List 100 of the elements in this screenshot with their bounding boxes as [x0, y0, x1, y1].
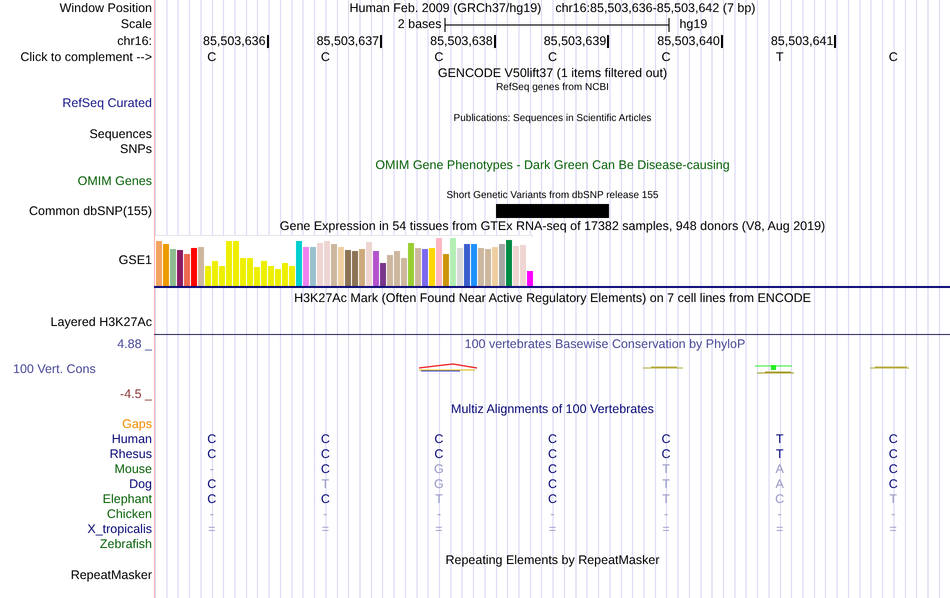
base-letter[interactable]: C: [207, 51, 216, 64]
aligned-base: -: [778, 508, 782, 521]
species-label[interactable]: X_tropicalis: [87, 523, 152, 536]
base-letter[interactable]: C: [434, 51, 444, 64]
scale-label[interactable]: Scale: [120, 18, 152, 31]
aligned-base: C: [548, 478, 557, 491]
aligned-base: C: [320, 463, 330, 476]
aligned-base: =: [662, 523, 670, 536]
position-tick: 85,503,639: [544, 35, 610, 48]
aligned-base: C: [888, 478, 898, 491]
aligned-base: C: [548, 463, 557, 476]
position-tick: 85,503,640: [657, 35, 723, 48]
aligned-base: C: [548, 493, 557, 506]
track-title: Gene Expression in 54 tissues from GTEx RNA-seq of 17382 samples, 948 donors (V8, Aug 2019): [280, 220, 826, 233]
position-tick: 85,503,641: [770, 35, 836, 48]
variant-bar[interactable]: [496, 204, 610, 218]
aligned-base: T: [776, 448, 784, 461]
aligned-base: C: [320, 433, 330, 446]
track-label[interactable]: SNPs: [120, 142, 152, 156]
aligned-base: C: [207, 478, 216, 491]
track-title: GENCODE V50lift37 (1 items filtered out): [438, 66, 668, 80]
track-label[interactable]: Common dbSNP(155): [29, 204, 152, 218]
aligned-base: C: [434, 433, 444, 446]
aligned-base: C: [320, 448, 330, 461]
species-label[interactable]: Dog: [129, 478, 152, 491]
track-label[interactable]: GSE1: [118, 254, 152, 267]
aligned-base: G: [434, 463, 444, 476]
species-label[interactable]: Chicken: [106, 508, 152, 521]
aligned-base: =: [208, 523, 216, 536]
axis-max: 4.88 _: [117, 338, 152, 350]
track-title: RefSeq genes from NCBI: [496, 83, 609, 93]
chromosome-label[interactable]: chr16:: [117, 35, 152, 48]
track-title: Repeating Elements by RepeatMasker: [445, 554, 660, 566]
base-letter[interactable]: C: [662, 51, 671, 64]
track-title: Short Genetic Variants from dbSNP release 155: [446, 191, 658, 201]
scale-length: 2 bases: [398, 18, 442, 31]
track-title: H3K27Ac Mark (Often Found Near Active Regulatory Elements) on 7 cell lines from ENCODE: [294, 292, 811, 304]
species-label[interactable]: Rhesus: [110, 448, 152, 461]
track-label[interactable]: RepeatMasker: [70, 569, 152, 582]
aligned-base: T: [662, 493, 670, 506]
aligned-base: C: [434, 448, 444, 461]
species-label[interactable]: Human: [112, 433, 152, 446]
aligned-base: =: [435, 523, 443, 536]
track-label[interactable]: OMIM Genes: [78, 174, 152, 188]
position-tick: 85,503,638: [430, 35, 496, 48]
base-letter[interactable]: C: [548, 51, 557, 64]
track-label[interactable]: Layered H3K27Ac: [50, 315, 152, 329]
aligned-base: -: [210, 508, 214, 521]
base-letter[interactable]: T: [776, 51, 784, 64]
track-label[interactable]: 100 Vert. Cons: [13, 362, 96, 376]
species-label[interactable]: Elephant: [102, 493, 152, 506]
aligned-base: C: [207, 448, 216, 461]
aligned-base: -: [664, 508, 668, 521]
assembly-db: hg19: [679, 18, 708, 31]
aligned-base: C: [548, 448, 557, 461]
aligned-base: =: [548, 523, 556, 536]
assembly-name: Human Feb. 2009 (GRCh37/hg19): [350, 2, 542, 14]
base-letter[interactable]: C: [888, 51, 898, 64]
aligned-base: =: [322, 523, 329, 536]
aligned-base: C: [775, 493, 784, 506]
aligned-base: =: [890, 523, 897, 536]
species-label[interactable]: Zebrafish: [100, 538, 152, 551]
axis-min: -4.5 _: [120, 388, 152, 400]
aligned-base: T: [662, 463, 670, 476]
aligned-base: C: [662, 433, 671, 446]
aligned-base: G: [434, 478, 444, 491]
track-title: Multiz Alignments of 100 Vertebrates: [451, 403, 654, 416]
aligned-base: A: [775, 463, 784, 476]
window-position-label[interactable]: Window Position: [60, 2, 152, 14]
aligned-base: T: [662, 478, 670, 491]
position-range: chr16:85,503,636-85,503,642 (7 bp): [555, 2, 756, 14]
track-title: OMIM Gene Phenotypes - Dark Green Can Be Disease-causing: [375, 159, 730, 172]
aligned-base: T: [435, 493, 443, 506]
aligned-base: C: [548, 433, 557, 446]
complement-link[interactable]: Click to complement -->: [20, 51, 152, 64]
aligned-base: T: [889, 493, 898, 506]
aligned-base: C: [662, 448, 671, 461]
aligned-base: =: [776, 523, 784, 536]
aligned-base: -: [550, 508, 555, 521]
aligned-base: C: [207, 433, 216, 446]
position-tick: 85,503,637: [316, 35, 382, 48]
aligned-base: C: [888, 463, 898, 476]
aligned-base: C: [888, 433, 898, 446]
position-tick: 85,503,636: [203, 35, 269, 48]
track-title: Publications: Sequences in Scientific Articles: [454, 114, 652, 124]
expression-bar[interactable]: [380, 262, 386, 286]
base-letter[interactable]: C: [320, 51, 330, 64]
aligned-base: -: [323, 508, 328, 521]
aligned-base: -: [210, 463, 214, 476]
aligned-base: T: [776, 433, 784, 446]
track-title: 100 vertebrates Basewise Conservation by PhyloP: [464, 338, 746, 350]
species-label[interactable]: Mouse: [114, 463, 152, 476]
aligned-base: A: [775, 478, 784, 491]
track-label[interactable]: RefSeq Curated: [62, 96, 152, 110]
aligned-base: -: [891, 508, 896, 521]
aligned-base: C: [320, 493, 330, 506]
track-label[interactable]: Sequences: [89, 128, 152, 140]
aligned-base: C: [207, 493, 216, 506]
aligned-base: T: [322, 478, 330, 491]
aligned-base: C: [888, 448, 898, 461]
